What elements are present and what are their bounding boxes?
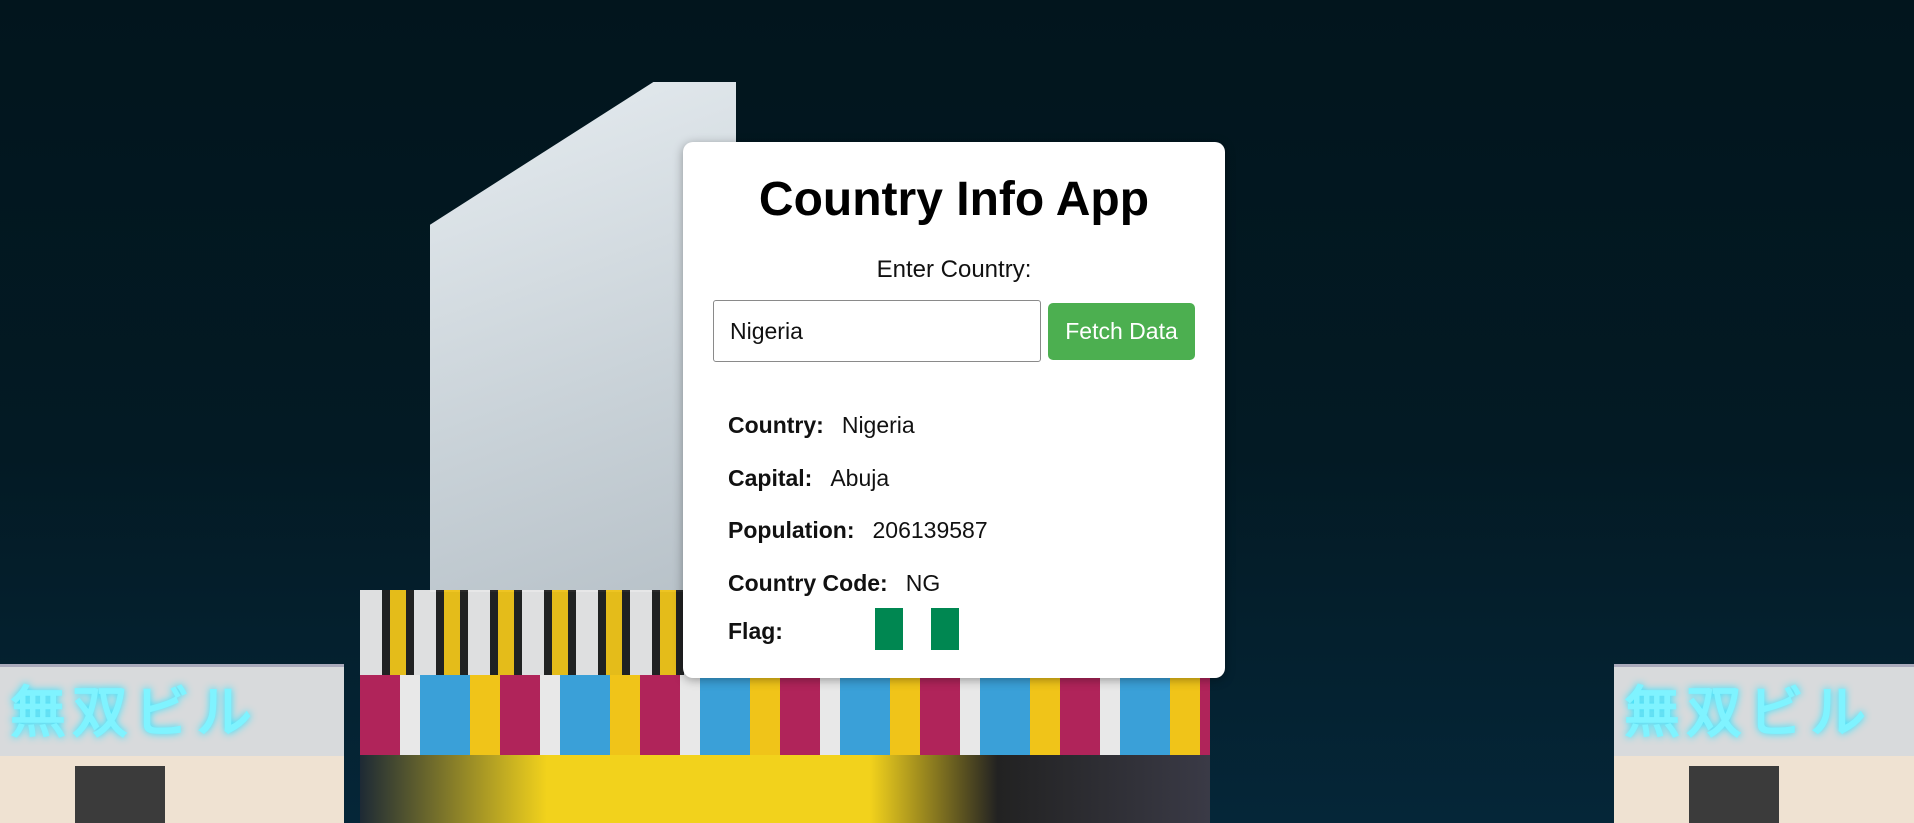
building-facade-left	[0, 756, 344, 823]
neon-sign-right: 無双ビル	[1614, 664, 1914, 756]
flag-stripe-left	[875, 608, 903, 650]
country-input-label: Enter Country:	[876, 256, 1032, 283]
result-country-code-label: Country Code:	[728, 570, 888, 596]
neon-sign-text: 無双ビル	[10, 681, 258, 744]
flag-stripe-center	[903, 608, 931, 650]
app-title: Country Info App	[758, 173, 1150, 226]
neon-sign-left: 無双ビル	[0, 664, 344, 756]
result-country: Country: Nigeria	[728, 412, 915, 439]
result-country-value: Nigeria	[841, 412, 915, 438]
result-flag-label: Flag:	[728, 618, 783, 644]
result-country-label: Country:	[728, 412, 824, 438]
fetch-data-button[interactable]: Fetch Data	[1048, 303, 1195, 360]
neon-sign-text: 無双ビル	[1624, 681, 1872, 744]
result-capital-label: Capital:	[728, 465, 813, 491]
doorway	[75, 766, 165, 823]
result-capital: Capital: Abuja	[728, 465, 889, 492]
doorway	[1689, 766, 1779, 823]
result-population-value: 206139587	[872, 517, 988, 543]
result-country-code-value: NG	[905, 570, 941, 596]
flag-stripe-right	[931, 608, 959, 650]
result-population-label: Population:	[728, 517, 855, 543]
building-facade-right	[1614, 756, 1914, 823]
signboard-middle	[360, 675, 1210, 755]
country-input[interactable]	[713, 300, 1041, 362]
country-info-card: Country Info App Enter Country: Fetch Da…	[683, 142, 1225, 678]
result-population: Population: 206139587	[728, 517, 988, 544]
result-capital-value: Abuja	[830, 465, 890, 491]
result-country-code: Country Code: NG	[728, 570, 940, 597]
nigeria-flag-image	[875, 608, 959, 650]
signboard-lower	[360, 755, 1210, 823]
